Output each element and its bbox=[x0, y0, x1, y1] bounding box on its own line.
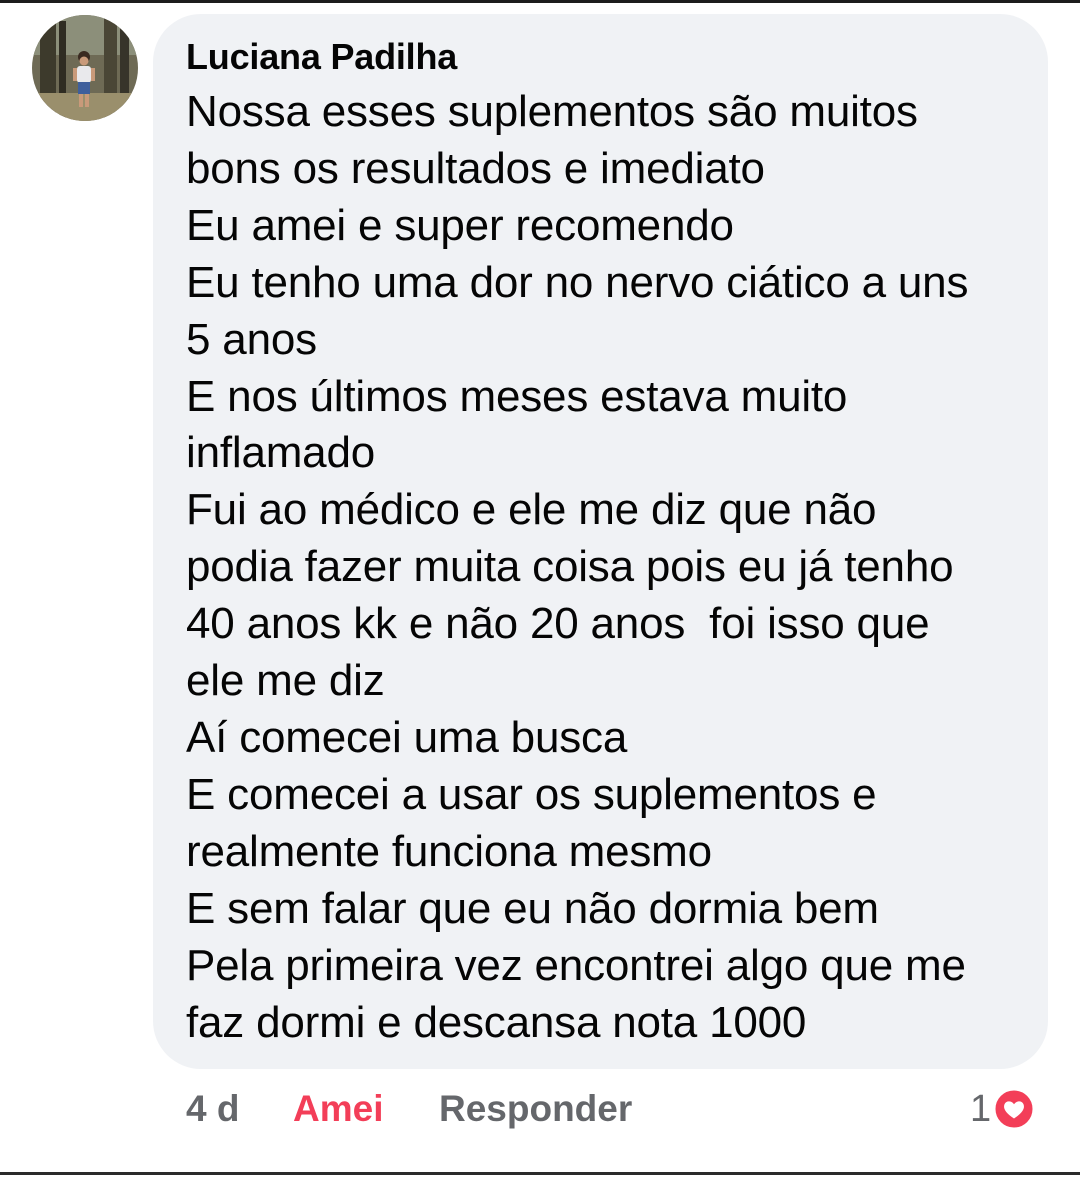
comment-text-line: 5 anos bbox=[186, 314, 317, 364]
comment-text-line: podia fazer muita coisa pois eu já tenho bbox=[186, 542, 954, 592]
love-reaction-button[interactable]: Amei bbox=[293, 1084, 383, 1134]
comment-text-line: inflamado bbox=[186, 428, 375, 478]
comment-text-line: Eu tenho uma dor no nervo ciático a uns bbox=[186, 257, 969, 307]
comment-text-line: faz dormi e descansa nota 1000 bbox=[186, 997, 807, 1047]
comment-text-line: Pela primeira vez encontrei algo que me bbox=[186, 940, 966, 990]
comment-text-line: realmente funciona mesmo bbox=[186, 826, 712, 876]
comment-text-line: Eu amei e super recomendo bbox=[186, 200, 734, 250]
reaction-count: 1 bbox=[970, 1088, 992, 1130]
comment-text-line: E sem falar que eu não dormia bem bbox=[186, 883, 879, 933]
comment-text-line: E comecei a usar os suplementos e bbox=[186, 769, 877, 819]
comment-text-line: bons os resultados e imediato bbox=[186, 143, 765, 193]
avatar-photo bbox=[32, 15, 138, 121]
reaction-summary[interactable]: 1 bbox=[970, 1084, 1035, 1134]
comment-text-line: Fui ao médico e ele me diz que não bbox=[186, 485, 877, 535]
comment-text-line: E nos últimos meses estava muito bbox=[186, 371, 848, 421]
reply-button[interactable]: Responder bbox=[439, 1084, 632, 1134]
comment-text-line: Aí comecei uma busca bbox=[186, 712, 628, 762]
comment-text-line: ele me diz bbox=[186, 656, 385, 706]
comment-timestamp[interactable]: 4 d bbox=[186, 1084, 239, 1134]
bottom-divider bbox=[0, 1172, 1080, 1175]
heart-icon bbox=[993, 1088, 1035, 1130]
comment-author[interactable]: Luciana Padilha bbox=[186, 36, 457, 78]
comment-text: Nossa esses suplementos são muitos bons … bbox=[186, 84, 968, 1051]
comment-text-line: Nossa esses suplementos são muitos bbox=[186, 87, 918, 136]
avatar[interactable] bbox=[32, 15, 138, 121]
top-divider bbox=[0, 0, 1080, 3]
comment-bubble: Luciana Padilha Nossa esses suplementos … bbox=[153, 14, 1048, 1069]
comment-text-line: 40 anos kk e não 20 anos foi isso que bbox=[186, 599, 930, 649]
